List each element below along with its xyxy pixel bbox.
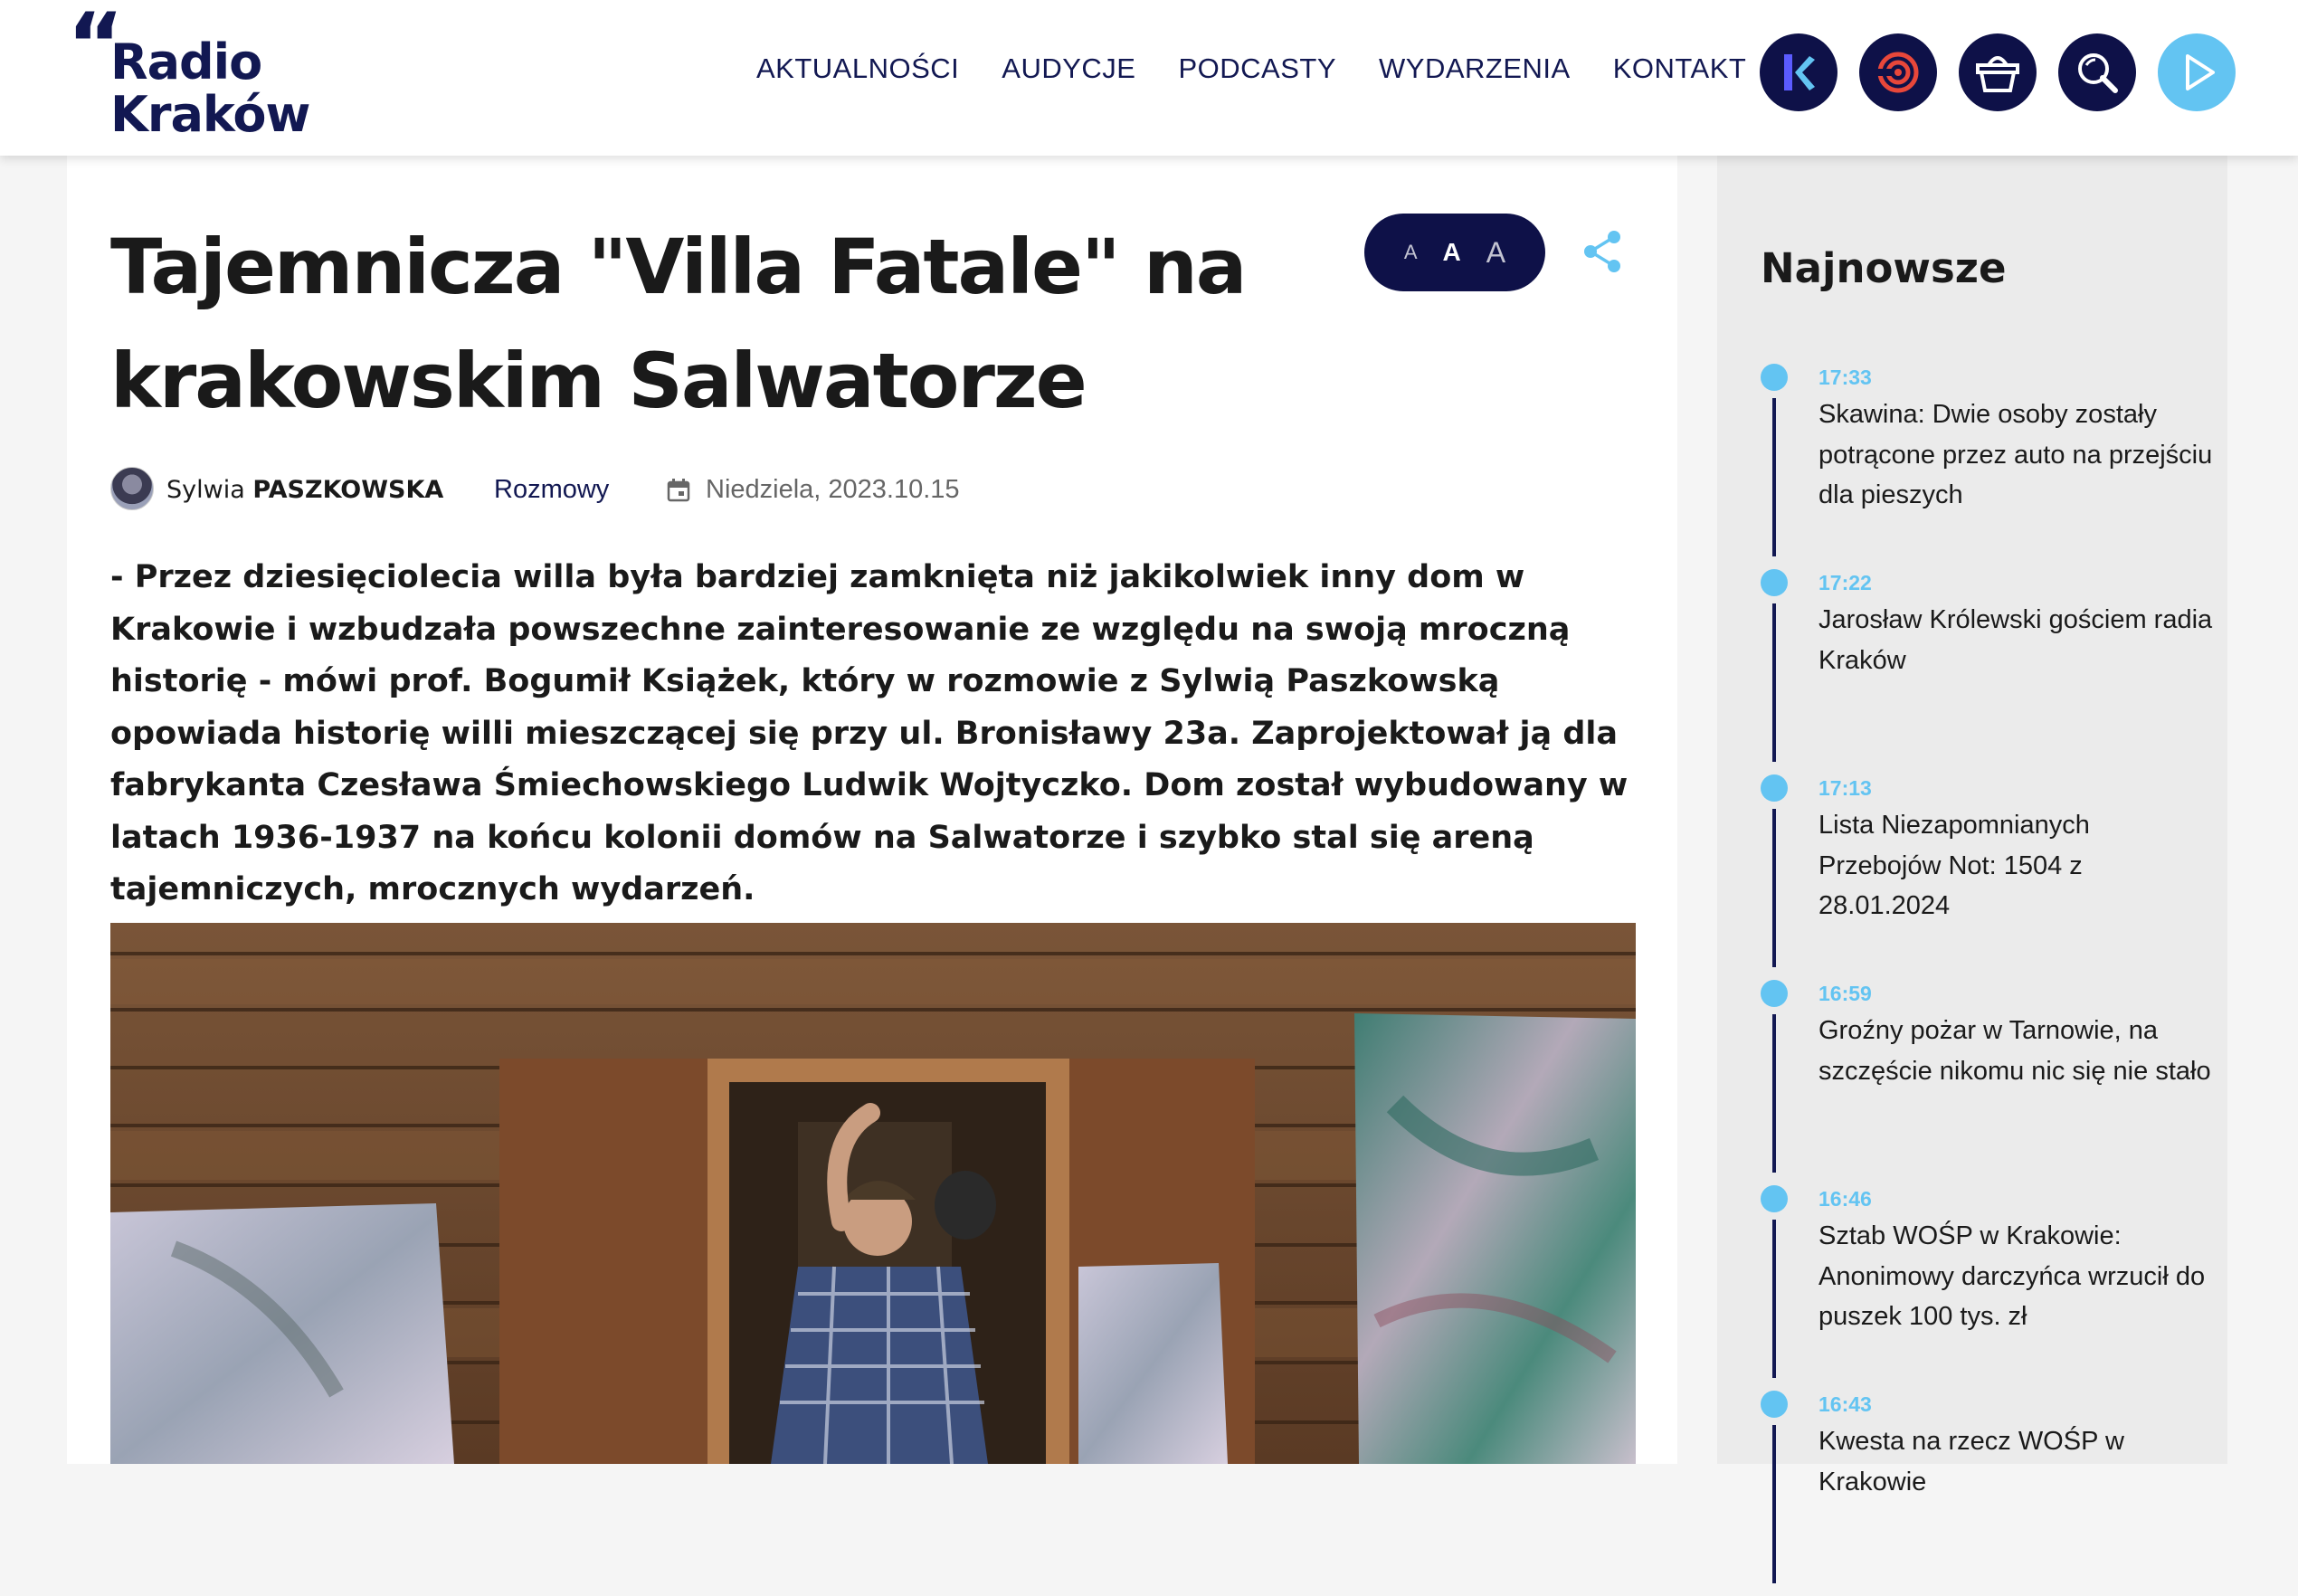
- logo-line-2: Kraków: [110, 86, 310, 143]
- share-icon[interactable]: [1580, 228, 1627, 275]
- news-time: 16:46: [1818, 1187, 1872, 1211]
- news-headline[interactable]: Jarosław Królewski gościem radia Kraków: [1818, 600, 2217, 680]
- nav-wydarzenia[interactable]: WYDARZENIA: [1379, 52, 1571, 85]
- font-size-medium-button[interactable]: A: [1443, 238, 1461, 267]
- timeline-line: [1772, 603, 1776, 762]
- timeline-dot: [1761, 1185, 1788, 1212]
- news-headline[interactable]: Groźny pożar w Tarnowie, na szczęście ni…: [1818, 1011, 2217, 1091]
- news-item[interactable]: 17:22 Jarosław Królewski gościem radia K…: [1761, 569, 2213, 774]
- article-photo-illustration: [110, 923, 1636, 1464]
- news-item[interactable]: 16:43 Kwesta na rzecz WOŚP w Krakowie: [1761, 1391, 2213, 1596]
- article-date: Niedziela, 2023.10.15: [706, 475, 960, 504]
- timeline-line: [1772, 1014, 1776, 1173]
- play-icon: [2186, 54, 2215, 90]
- sidebar-title: Najnowsze: [1761, 244, 2007, 292]
- nav-podcasty[interactable]: PODCASTY: [1178, 52, 1336, 85]
- shop-basket-icon: [1976, 56, 2019, 92]
- site-header: “ Radio Kraków AKTUALNOŚCI AUDYCJE PODCA…: [0, 0, 2298, 156]
- article-photo: [110, 923, 1636, 1464]
- news-time: 17:13: [1818, 776, 1872, 800]
- radio-krakow-k-icon: [1784, 54, 1815, 90]
- timeline-dot: [1761, 1391, 1788, 1418]
- latest-news-list: 17:33 Skawina: Dwie osoby zostały potrąc…: [1761, 364, 2213, 1596]
- author-name[interactable]: Sylwia PASZKOWSKA: [166, 476, 443, 504]
- main-nav: AKTUALNOŚCI AUDYCJE PODCASTY WYDARZENIA …: [756, 52, 1746, 85]
- article-meta: Sylwia PASZKOWSKA Rozmowy Niedziela, 202…: [110, 467, 1648, 514]
- font-size-small-button[interactable]: A: [1404, 241, 1418, 264]
- radio-krakow-logo[interactable]: “ Radio Kraków: [67, 2, 311, 145]
- author-first-name: Sylwia: [166, 476, 245, 504]
- latest-news-sidebar: Najnowsze 17:33 Skawina: Dwie osoby zost…: [1717, 156, 2227, 1583]
- news-item[interactable]: 16:59 Groźny pożar w Tarnowie, na szczęś…: [1761, 980, 2213, 1185]
- news-item[interactable]: 17:13 Lista Niezapomnianych Przebojów No…: [1761, 774, 2213, 980]
- nav-aktualnosci[interactable]: AKTUALNOŚCI: [756, 52, 959, 85]
- timeline-line: [1772, 398, 1776, 556]
- article-category-link[interactable]: Rozmowy: [494, 475, 609, 505]
- news-item[interactable]: 16:46 Sztab WOŚP w Krakowie: Anonimowy d…: [1761, 1185, 2213, 1391]
- timeline-dot: [1761, 569, 1788, 596]
- news-time: 16:43: [1818, 1392, 1872, 1416]
- timeline-dot: [1761, 364, 1788, 391]
- news-headline[interactable]: Kwesta na rzecz WOŚP w Krakowie: [1818, 1421, 2217, 1502]
- font-size-switcher: A A A: [1364, 214, 1545, 291]
- header-icon-buttons: [1760, 33, 2236, 111]
- font-size-large-button[interactable]: A: [1486, 236, 1505, 270]
- timeline-dot: [1761, 774, 1788, 802]
- nav-kontakt[interactable]: KONTAKT: [1613, 52, 1747, 85]
- news-headline[interactable]: Sztab WOŚP w Krakowie: Anonimowy darczyń…: [1818, 1216, 2217, 1337]
- timeline-line: [1772, 1220, 1776, 1378]
- author-last-name: PASZKOWSKA: [252, 476, 444, 504]
- news-headline[interactable]: Skawina: Dwie osoby zostały potrącone pr…: [1818, 394, 2217, 516]
- news-item[interactable]: 17:33 Skawina: Dwie osoby zostały potrąc…: [1761, 364, 2213, 569]
- radio-krakow-k-button[interactable]: [1760, 33, 1837, 111]
- timeline-line: [1772, 809, 1776, 967]
- article-card: Tajemnicza "Villa Fatale" na krakowskim …: [67, 156, 1677, 1464]
- calendar-icon: [667, 479, 690, 502]
- search-icon: [2078, 53, 2118, 93]
- logo-line-1: Radio: [110, 33, 262, 90]
- music-player-button[interactable]: [1859, 33, 1937, 111]
- nav-audycje[interactable]: AUDYCJE: [1002, 52, 1135, 85]
- timeline-dot: [1761, 980, 1788, 1007]
- author-avatar: [110, 467, 154, 510]
- shop-button[interactable]: [1959, 33, 2037, 111]
- article-title: Tajemnicza "Villa Fatale" na krakowskim …: [110, 223, 1248, 425]
- search-button[interactable]: [2058, 33, 2136, 111]
- play-button[interactable]: [2158, 33, 2236, 111]
- news-headline[interactable]: Lista Niezapomnianych Przebojów Not: 150…: [1818, 805, 2217, 926]
- article-lead: - Przez dziesięciolecia willa była bardz…: [110, 559, 1629, 907]
- news-time: 16:59: [1818, 982, 1872, 1005]
- news-time: 17:33: [1818, 366, 1872, 389]
- timeline-line: [1772, 1425, 1776, 1583]
- music-player-icon: [1875, 52, 1919, 93]
- news-time: 17:22: [1818, 571, 1872, 594]
